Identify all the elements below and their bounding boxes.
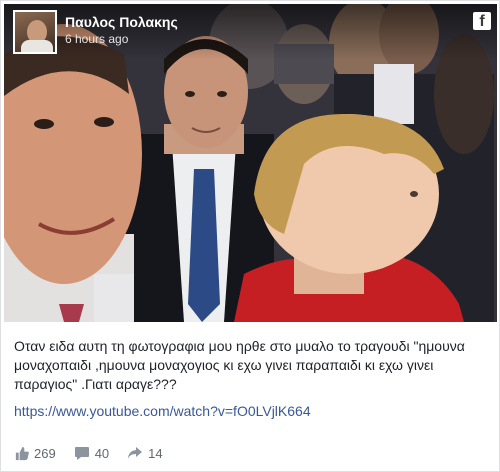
post-caption: Οταν ειδα αυτη τη φωτογραφια μου ηρθε στ… — [14, 338, 465, 392]
post-stats-bar: 269 40 14 — [14, 444, 181, 462]
post-photo[interactable]: Παυλος Πολακης 6 hours ago f — [4, 4, 497, 322]
comments-count-label: 40 — [94, 445, 110, 461]
share-icon — [128, 447, 143, 459]
youtube-link[interactable]: https://www.youtube.com/watch?v=fO0LVjlK… — [14, 403, 311, 419]
comment-icon — [74, 447, 89, 460]
shares-count-label: 14 — [148, 445, 163, 461]
avatar-shirt — [21, 40, 53, 52]
likes-count[interactable]: 269 — [14, 446, 56, 461]
author-name[interactable]: Παυλος Πολακης — [65, 14, 178, 30]
likes-count-label: 269 — [34, 445, 56, 461]
comments-count[interactable]: 40 — [74, 446, 109, 461]
author-avatar[interactable] — [13, 10, 57, 54]
facebook-icon: f — [473, 12, 491, 30]
thumbs-up-icon — [15, 446, 29, 460]
shares-count[interactable]: 14 — [127, 445, 163, 461]
post-timestamp[interactable]: 6 hours ago — [65, 32, 128, 46]
facebook-post: Παυλος Πολακης 6 hours ago f Οταν ειδα α… — [0, 0, 500, 472]
